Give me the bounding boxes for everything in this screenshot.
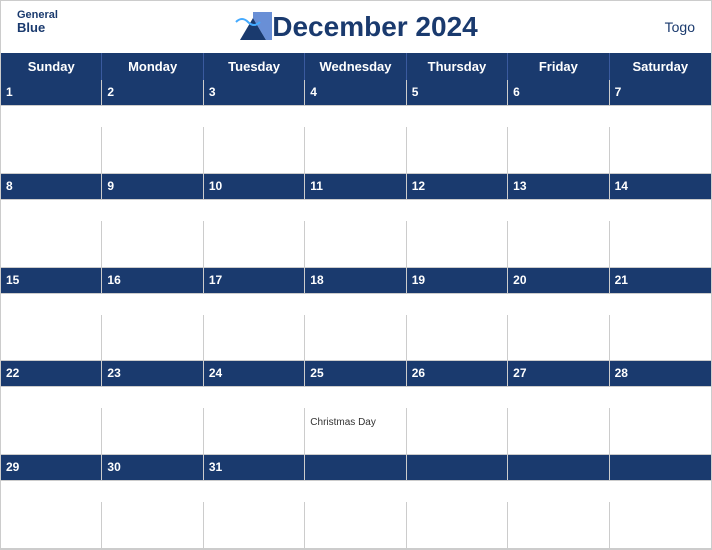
week4-data: Christmas Day [1,408,711,455]
day-empty-3-cell [508,502,609,549]
day-empty-4-header [610,455,711,481]
day-11-header: 11 [305,174,406,200]
day-3-header: 3 [204,80,305,106]
day-24-header: 24 [204,361,305,387]
day-23-header: 23 [102,361,203,387]
day-10-header: 10 [204,174,305,200]
header-monday: Monday [102,53,203,80]
day-empty-1-header [305,455,406,481]
day-22-header: 22 [1,361,102,387]
day-13-cell [508,221,609,268]
week4-header: 22 23 24 25 26 27 28 [1,361,711,408]
day-8-cell [1,221,102,268]
day-5-cell [407,127,508,174]
day-6-header: 6 [508,80,609,106]
day-20-header: 20 [508,268,609,294]
day-headers: Sunday Monday Tuesday Wednesday Thursday… [1,53,711,80]
day-25-header: 25 [305,361,406,387]
day-16-header: 16 [102,268,203,294]
day-15-header: 15 [1,268,102,294]
calendar-header: General Blue December 2024 Togo [1,1,711,53]
day-24-cell [204,408,305,455]
day-empty-3-header [508,455,609,481]
day-1-header: 1 [1,80,102,106]
month-title: December 2024 [272,11,477,43]
day-4-header: 4 [305,80,406,106]
day-14-cell [610,221,711,268]
week3-data [1,315,711,362]
header-sunday: Sunday [1,53,102,80]
day-30-header: 30 [102,455,203,481]
day-29-header: 29 [1,455,102,481]
day-12-header: 12 [407,174,508,200]
day-28-header: 28 [610,361,711,387]
week5-data [1,502,711,549]
calendar-body: 1 2 3 4 5 6 7 8 9 10 11 12 13 14 [1,80,711,549]
day-21-cell [610,315,711,362]
week3-header: 15 16 17 18 19 20 21 [1,268,711,315]
day-8-header: 8 [1,174,102,200]
day-17-cell [204,315,305,362]
day-12-cell [407,221,508,268]
header-thursday: Thursday [407,53,508,80]
day-14-header: 14 [610,174,711,200]
day-13-header: 13 [508,174,609,200]
logo-blue: Blue [17,21,45,35]
day-20-cell [508,315,609,362]
day-31-header: 31 [204,455,305,481]
header-tuesday: Tuesday [204,53,305,80]
day-empty-1-cell [305,502,406,549]
day-9-cell [102,221,203,268]
day-2-header: 2 [102,80,203,106]
day-empty-2-header [407,455,508,481]
day-27-header: 27 [508,361,609,387]
country-label: Togo [665,19,695,35]
logo: General Blue [234,12,272,42]
day-11-cell [305,221,406,268]
day-empty-4-cell [610,502,711,549]
day-19-cell [407,315,508,362]
day-9-header: 9 [102,174,203,200]
day-18-cell [305,315,406,362]
day-10-cell [204,221,305,268]
day-2-cell [102,127,203,174]
day-7-cell [610,127,711,174]
day-21-header: 21 [610,268,711,294]
day-15-cell [1,315,102,362]
christmas-day-label: Christmas Day [310,417,376,428]
day-empty-2-cell [407,502,508,549]
header-wednesday: Wednesday [305,53,406,80]
day-26-cell [407,408,508,455]
day-28-cell [610,408,711,455]
day-1-cell [1,127,102,174]
day-31-cell [204,502,305,549]
day-18-header: 18 [305,268,406,294]
week2-data [1,221,711,268]
day-23-cell [102,408,203,455]
day-7-header: 7 [610,80,711,106]
day-16-cell [102,315,203,362]
week1-data [1,127,711,174]
header-saturday: Saturday [610,53,711,80]
day-22-cell [1,408,102,455]
day-26-header: 26 [407,361,508,387]
day-17-header: 17 [204,268,305,294]
week5-header: 29 30 31 [1,455,711,502]
day-19-header: 19 [407,268,508,294]
day-5-header: 5 [407,80,508,106]
day-25-cell: Christmas Day [305,408,406,455]
day-27-cell [508,408,609,455]
day-3-cell [204,127,305,174]
day-4-cell [305,127,406,174]
day-6-cell [508,127,609,174]
logo-icon [234,12,272,42]
calendar-container: General Blue December 2024 Togo Sunday M… [0,0,712,550]
week1-header: 1 2 3 4 5 6 7 [1,80,711,127]
day-29-cell [1,502,102,549]
header-friday: Friday [508,53,609,80]
week2-header: 8 9 10 11 12 13 14 [1,174,711,221]
day-30-cell [102,502,203,549]
logo-text: General Blue [17,9,58,35]
